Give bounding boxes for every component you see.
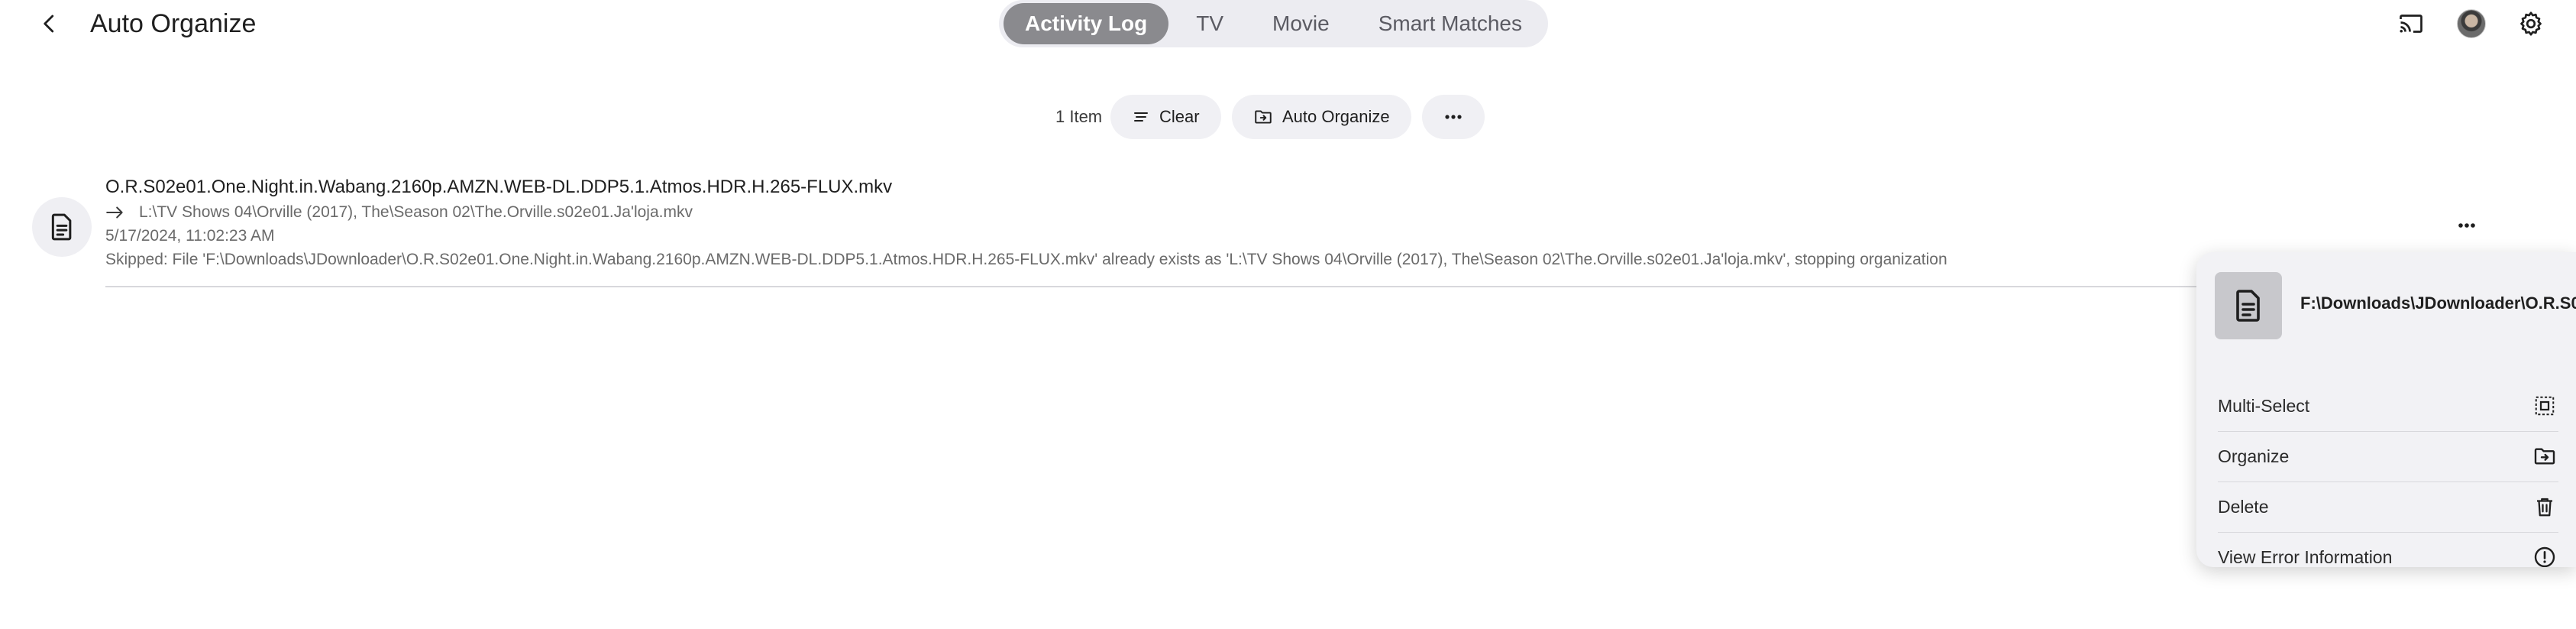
gear-icon (2520, 11, 2542, 36)
context-menu: F:\Downloads\JDownloader\O.R.S02e01.One.… (2196, 252, 2576, 567)
menu-item-view-error-information[interactable]: View Error Information (2218, 532, 2558, 567)
info-circle-icon (2531, 543, 2558, 567)
menu-item-label: Multi-Select (2218, 395, 2310, 416)
menu-item-label: View Error Information (2218, 546, 2393, 567)
toolbar: 1 Item Clear Auto Organize (0, 95, 2576, 139)
clear-button-label: Clear (1159, 107, 1200, 126)
item-more-button[interactable] (2447, 208, 2487, 243)
auto-organize-button-label: Auto Organize (1282, 107, 1390, 126)
multi-select-icon (2531, 392, 2558, 420)
file-thumbnail (2215, 272, 2282, 339)
settings-button[interactable] (2513, 6, 2549, 41)
more-horizontal-icon (2458, 223, 2475, 228)
header-actions (0, 6, 2576, 41)
list-item[interactable]: O.R.S02e01.One.Night.in.Wabang.2160p.AMZ… (32, 174, 2507, 289)
context-menu-header: F:\Downloads\JDownloader\O.R.S02e01.One.… (2215, 272, 2576, 342)
menu-item-delete[interactable]: Delete (2218, 481, 2558, 532)
folder-move-icon (1255, 110, 1272, 124)
menu-item-label: Delete (2218, 496, 2269, 517)
item-destination-path: L:\TV Shows 04\Orville (2017), The\Seaso… (139, 203, 693, 221)
item-count: 1 Item (1055, 107, 1103, 126)
item-filename: O.R.S02e01.One.Night.in.Wabang.2160p.AMZ… (105, 177, 893, 197)
user-menu-button[interactable] (2454, 6, 2489, 41)
more-horizontal-icon (1445, 115, 1462, 119)
auto-organize-button[interactable]: Auto Organize (1232, 95, 1411, 139)
arrow-right-icon (106, 206, 123, 219)
context-menu-file-path: F:\Downloads\JDownloader\O.R.S02e01.One.… (2300, 293, 2576, 313)
file-icon (2236, 290, 2260, 322)
file-icon (51, 213, 72, 241)
menu-item-multi-select[interactable]: Multi-Select (2218, 381, 2558, 431)
folder-move-icon (2531, 443, 2558, 470)
item-status-message: Skipped: File 'F:\Downloads\JDownloader\… (105, 251, 1947, 268)
item-date: 5/17/2024, 11:02:23 AM (105, 227, 275, 245)
trash-icon (2531, 493, 2558, 520)
item-destination: L:\TV Shows 04\Orville (2017), The\Seaso… (105, 200, 2496, 225)
divider (105, 286, 2507, 287)
item-details: O.R.S02e01.One.Night.in.Wabang.2160p.AMZ… (105, 174, 2496, 272)
more-options-button[interactable] (1422, 95, 1485, 139)
app-header: Auto Organize Activity Log TV Movie Smar… (0, 0, 2576, 47)
cast-button[interactable] (2393, 6, 2429, 41)
avatar (2457, 9, 2486, 38)
cast-icon (2400, 15, 2422, 33)
clear-list-icon (1134, 112, 1148, 122)
clear-button[interactable]: Clear (1110, 95, 1221, 139)
menu-item-label: Organize (2218, 446, 2290, 466)
menu-item-organize[interactable]: Organize (2218, 431, 2558, 481)
file-icon-container (32, 197, 92, 257)
